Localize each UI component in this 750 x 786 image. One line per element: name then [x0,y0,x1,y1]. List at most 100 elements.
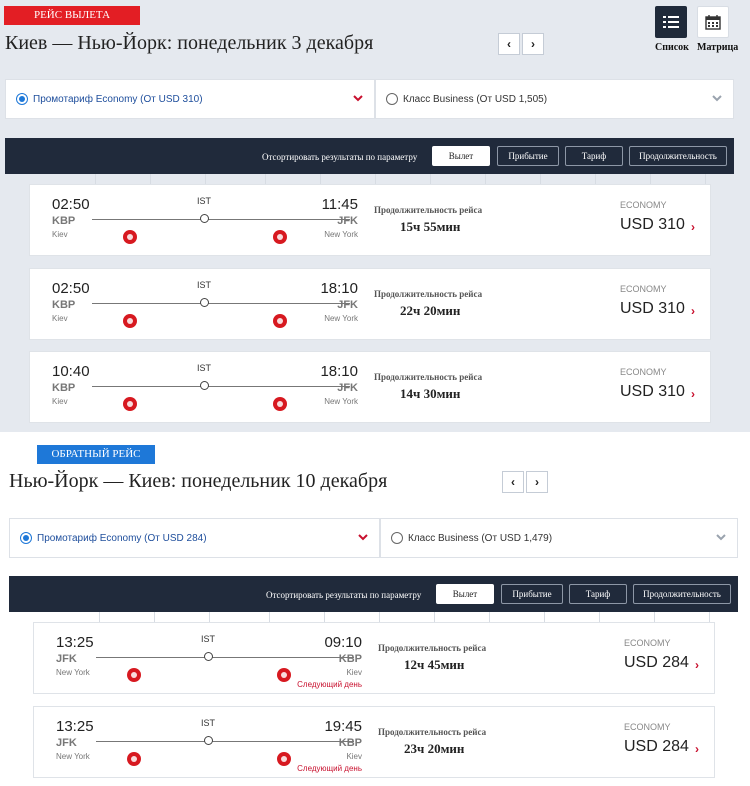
chevron-right-icon[interactable]: › [695,742,699,756]
sort-fare-button[interactable]: Тариф [569,584,627,604]
cabin-class: ECONOMY [624,638,671,648]
next-day-button[interactable]: › [526,471,548,493]
turkish-airlines-logo [123,314,137,328]
business-fare-label: Класс Business (От USD 1,505) [403,93,548,105]
business-fare-option[interactable]: Класс Business (От USD 1,479) [380,518,738,558]
duration-label: Продолжительность рейса [374,372,483,382]
turkish-airlines-logo [273,314,287,328]
chevron-left-icon: ‹ [507,37,511,51]
flight-duration: 22ч 20мин [400,303,461,318]
arrival-airport-code: KBP [338,653,362,665]
stop-dot [200,381,209,390]
turkish-airlines-logo [273,230,287,244]
price[interactable]: USD 284 [624,738,689,756]
next-day-note: Следующий день [297,764,362,773]
duration-label: Продолжительность рейса [378,643,487,653]
price[interactable]: USD 310 [620,383,685,401]
arrival-city: Kiev [346,752,362,761]
duration-label: Продолжительность рейса [378,727,487,737]
next-day-button[interactable]: › [522,33,544,55]
return-badge: ОБРАТНЫЙ РЕЙС [37,445,155,464]
turkish-airlines-logo [123,230,137,244]
price[interactable]: USD 310 [620,300,685,318]
departure-time: 10:40 [52,363,90,380]
sort-label: Отсортировать результаты по параметру [266,590,422,600]
chevron-right-icon[interactable]: › [691,304,695,318]
chevron-right-icon[interactable]: › [695,658,699,672]
list-view-button[interactable] [655,6,687,38]
next-day-note: Следующий день [297,680,362,689]
arrival-time: 18:10 [320,280,358,297]
flight-card[interactable]: 10:40 KBP Kiev IST 18:10 JFK New York Пр… [29,351,711,423]
stopover-airport: IST [201,634,216,644]
arrival-airport-code: JFK [337,299,358,311]
matrix-view-button[interactable] [697,6,729,38]
arrival-city: New York [324,230,358,239]
price[interactable]: USD 310 [620,216,685,234]
flight-card[interactable]: 02:50 KBP Kiev IST 18:10 JFK New York Пр… [29,268,711,340]
prev-day-button[interactable]: ‹ [502,471,524,493]
sort-departure-button[interactable]: Вылет [436,584,494,604]
list-view-label: Список [655,42,689,53]
departure-time: 13:25 [56,718,94,735]
departure-airport-code: KBP [52,215,76,227]
chevron-right-icon: › [531,37,535,51]
business-radio[interactable] [391,532,403,544]
departure-city: New York [56,752,90,761]
chevron-right-icon[interactable]: › [691,387,695,401]
departure-city: Kiev [52,230,68,239]
sort-fare-button[interactable]: Тариф [565,146,623,166]
chevron-left-icon: ‹ [511,475,515,489]
outbound-section: РЕЙС ВЫЛЕТА Киев — Нью-Йорк: понедельник… [0,0,750,432]
stopover-airport: IST [197,363,212,373]
chevron-right-icon[interactable]: › [691,220,695,234]
sort-duration-button[interactable]: Продолжительность [633,584,731,604]
flight-duration: 15ч 55мин [400,219,461,234]
duration-label: Продолжительность рейса [374,289,483,299]
flight-card[interactable]: 02:50 KBP Kiev IST 11:45 JFK New York Пр… [29,184,711,256]
economy-radio[interactable] [20,532,32,544]
flight-duration: 23ч 20мин [404,741,465,756]
price[interactable]: USD 284 [624,654,689,672]
business-fare-option[interactable]: Класс Business (От USD 1,505) [375,79,734,119]
outbound-badge: РЕЙС ВЫЛЕТА [4,6,140,25]
turkish-airlines-logo [273,397,287,411]
economy-radio[interactable] [16,93,28,105]
economy-fare-option[interactable]: Промотариф Economy (От USD 310) [5,79,375,119]
departure-time: 13:25 [56,634,94,651]
stopover-airport: IST [201,718,216,728]
list-icon [663,16,679,28]
turkish-airlines-logo [123,397,137,411]
flight-duration: 12ч 45мин [404,657,465,672]
sort-duration-button[interactable]: Продолжительность [629,146,727,166]
turkish-airlines-logo [277,668,291,682]
sort-departure-button[interactable]: Вылет [432,146,490,166]
departure-city: Kiev [52,397,68,406]
departure-airport-code: JFK [56,737,77,749]
outbound-title: Киев — Нью-Йорк: понедельник 3 декабря [5,32,374,54]
flight-card[interactable]: 13:25 JFK New York IST 19:45 KBP Kiev Сл… [33,706,715,778]
departure-city: Kiev [52,314,68,323]
cabin-class: ECONOMY [620,284,667,294]
flight-duration: 14ч 30мин [400,386,461,401]
prev-day-button[interactable]: ‹ [498,33,520,55]
stopover-airport: IST [197,280,212,290]
chevron-down-icon [712,95,722,102]
sort-arrival-button[interactable]: Прибытие [501,584,563,604]
flight-card[interactable]: 13:25 JFK New York IST 09:10 KBP Kiev Сл… [33,622,715,694]
route-line [92,386,350,387]
chevron-right-icon: › [535,475,539,489]
arrival-time: 18:10 [320,363,358,380]
business-radio[interactable] [386,93,398,105]
economy-fare-option[interactable]: Промотариф Economy (От USD 284) [9,518,380,558]
arrival-airport-code: JFK [337,215,358,227]
arrival-time: 09:10 [324,634,362,651]
calendar-icon [705,15,721,30]
turkish-airlines-logo [277,752,291,766]
departure-airport-code: JFK [56,653,77,665]
sort-label: Отсортировать результаты по параметру [262,152,418,162]
arrival-time: 19:45 [324,718,362,735]
sort-arrival-button[interactable]: Прибытие [497,146,559,166]
sort-bar: Отсортировать результаты по параметру Вы… [9,576,738,612]
route-line [96,741,354,742]
